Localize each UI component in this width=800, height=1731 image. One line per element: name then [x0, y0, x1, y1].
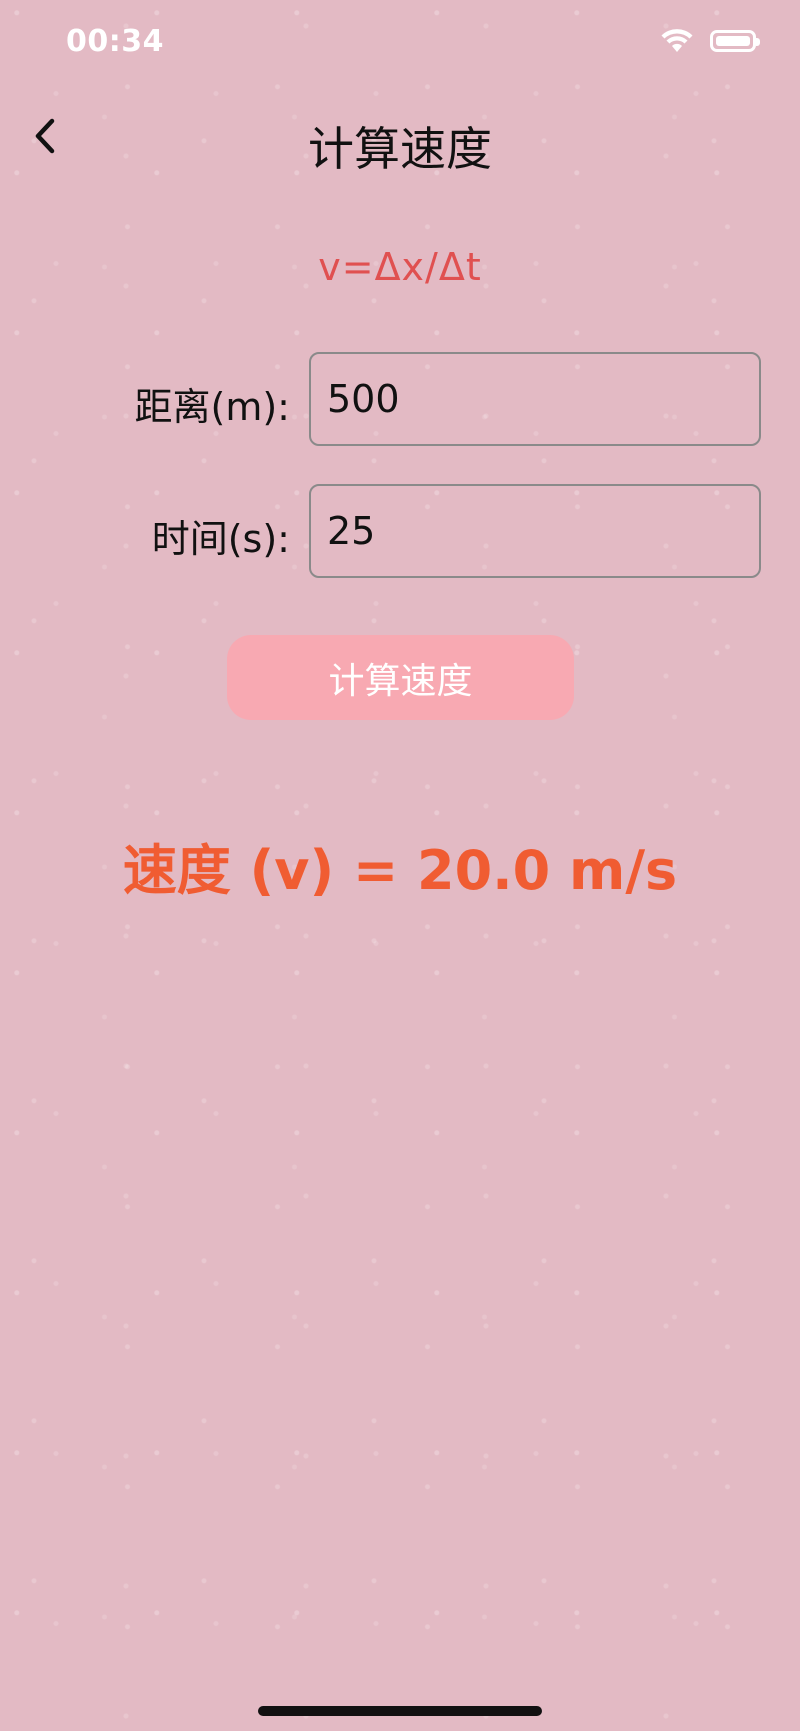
velocity-formula: v=Δx/Δt — [318, 245, 482, 289]
status-icons — [660, 28, 760, 54]
battery-icon — [710, 30, 760, 52]
time-label: 时间(s): — [151, 517, 290, 561]
battery-level — [716, 36, 750, 46]
status-time: 00:34 — [66, 24, 164, 59]
distance-row: 距离(m): — [0, 352, 800, 446]
time-row: 时间(s): — [0, 484, 800, 578]
distance-input[interactable] — [309, 352, 761, 446]
navigation-bar: 计算速度 — [0, 95, 800, 185]
velocity-result: 速度 (v) = 20.0 m/s — [122, 839, 678, 902]
page-title: 计算速度 — [308, 122, 492, 176]
status-bar: 00:34 — [0, 0, 800, 90]
home-indicator[interactable] — [258, 1706, 542, 1716]
wifi-icon — [660, 28, 694, 54]
calculate-velocity-button[interactable]: 计算速度 — [227, 635, 574, 720]
time-input[interactable] — [309, 484, 761, 578]
distance-label: 距离(m): — [134, 385, 290, 429]
